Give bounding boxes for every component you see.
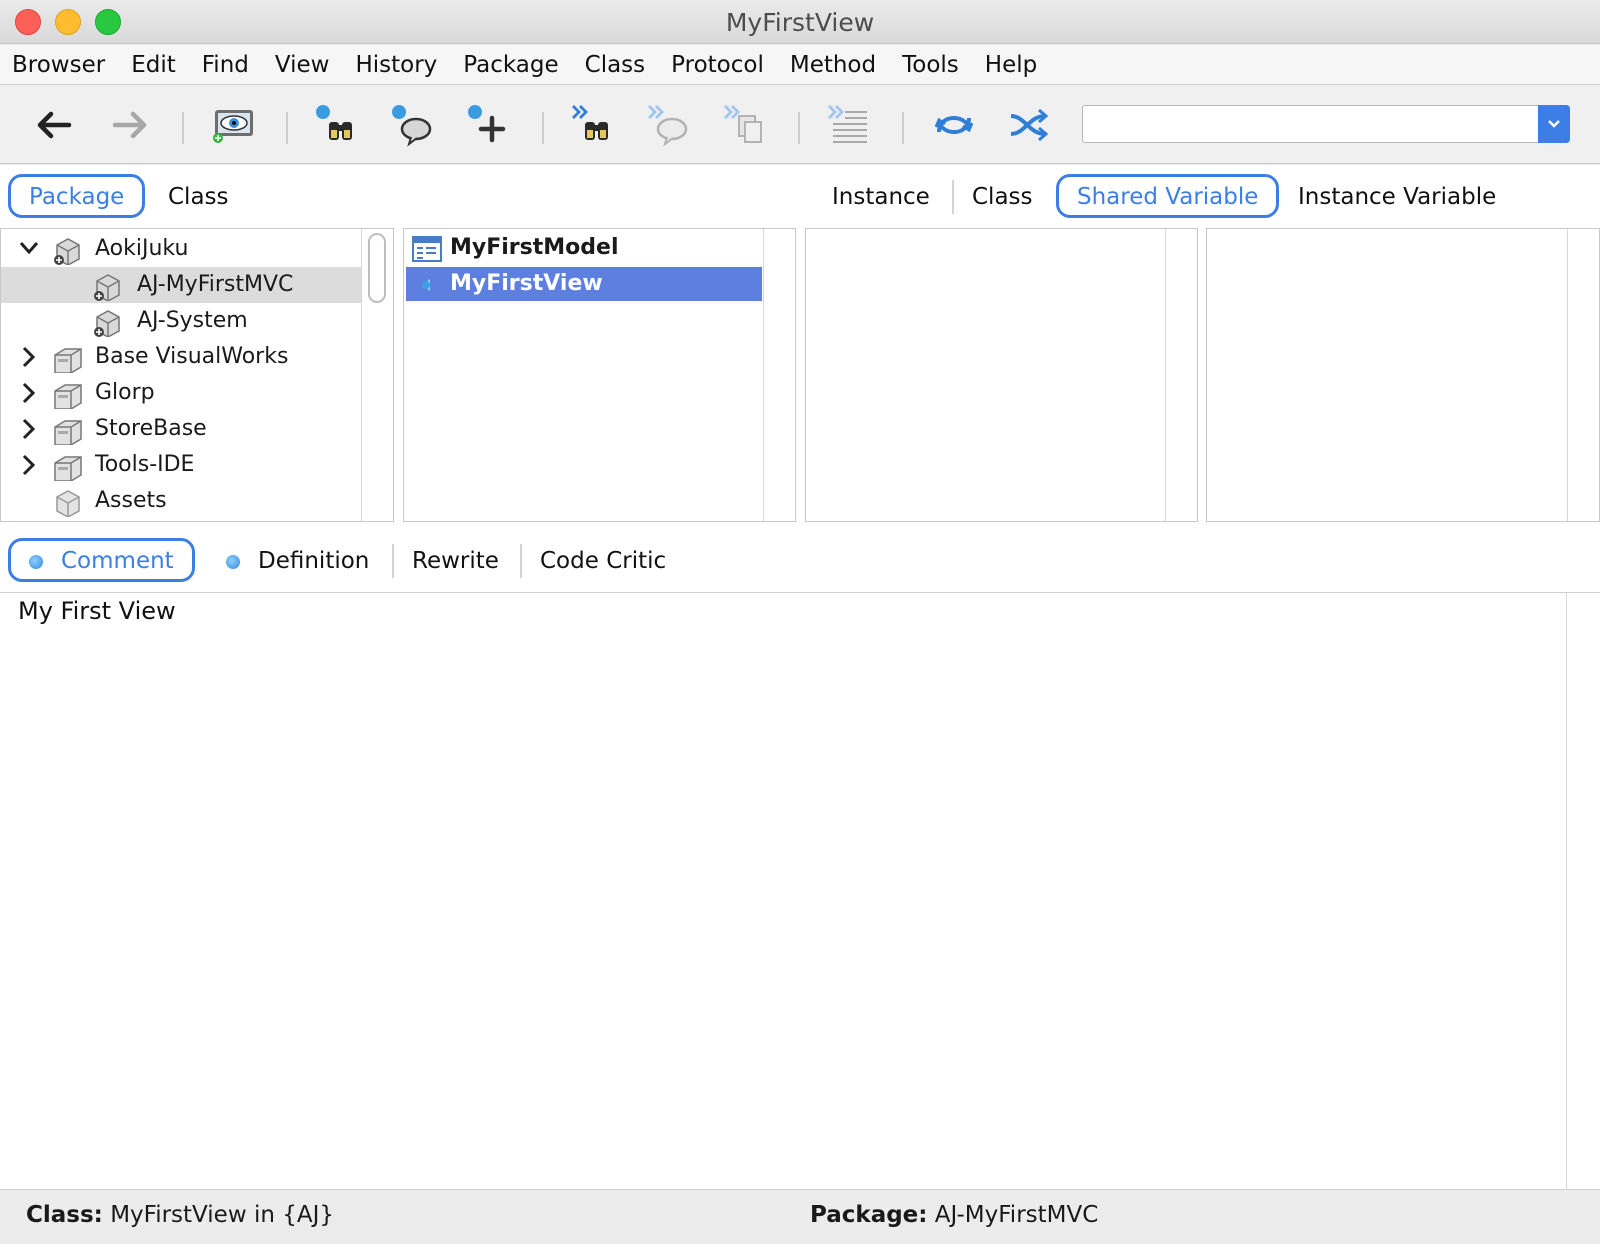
bundle-icon (54, 456, 82, 481)
find-next-method-icon[interactable] (644, 102, 692, 148)
copy-icon[interactable] (720, 102, 768, 148)
add-icon[interactable] (464, 102, 512, 148)
menu-help[interactable]: Help (985, 52, 1037, 78)
bundle-icon (54, 384, 82, 409)
toolbar (0, 86, 1600, 164)
sync-icon[interactable] (930, 102, 978, 148)
browser-window: MyFirstView Browser Edit Find View Histo… (0, 0, 1600, 1244)
chevron-right-icon[interactable] (17, 447, 41, 483)
package-tree-pane: AokiJuku AJ-MyFirstMVC AJ-System Base Vi… (0, 228, 394, 522)
editor-scrollbar[interactable] (1566, 593, 1600, 1189)
class-list-scrollbar[interactable] (763, 229, 795, 521)
code-editor[interactable]: My First View (0, 592, 1600, 1190)
menu-view[interactable]: View (275, 52, 330, 78)
title-bar: MyFirstView (0, 0, 1600, 44)
tab-code-critic[interactable]: Code Critic (522, 541, 684, 585)
tab-definition[interactable]: Definition (208, 541, 387, 585)
tab-instance[interactable]: Instance (814, 177, 948, 221)
package-icon (94, 310, 120, 337)
tree-label: AJ-System (137, 308, 248, 333)
status-bar: Class: MyFirstView in {AJ} Package: AJ-M… (0, 1190, 1600, 1244)
find-class-icon[interactable] (312, 102, 360, 148)
method-list-pane[interactable] (1206, 228, 1600, 522)
tree-label: AJ-MyFirstMVC (137, 272, 294, 297)
scope-tab-row: Package Class Instance Class Shared Vari… (0, 165, 1600, 228)
menu-package[interactable]: Package (463, 52, 558, 78)
chevron-down-icon[interactable] (17, 231, 41, 267)
find-method-icon[interactable] (388, 102, 436, 148)
chevron-down-icon[interactable] (1538, 105, 1570, 143)
chevron-right-icon[interactable] (17, 339, 41, 375)
back-arrow-icon[interactable] (30, 102, 78, 148)
package-icon (54, 238, 80, 265)
menu-method[interactable]: Method (790, 52, 876, 78)
tree-item-aokijuku[interactable]: AokiJuku (1, 231, 361, 267)
shuffle-icon[interactable] (1004, 102, 1052, 148)
package-tree-scrollbar[interactable] (361, 229, 393, 521)
tree-label: StoreBase (95, 416, 207, 441)
chevron-right-icon[interactable] (17, 411, 41, 447)
tree-label: Glorp (95, 380, 155, 405)
bundle-icon (54, 420, 82, 445)
tree-item-aj-system[interactable]: AJ-System (1, 303, 361, 339)
menu-browser[interactable]: Browser (12, 52, 105, 78)
menu-class[interactable]: Class (585, 52, 646, 78)
editor-tab-row: Comment Definition Rewrite Code Critic (0, 526, 1600, 592)
menu-bar: Browser Edit Find View History Package C… (0, 45, 1600, 85)
definition-dot-icon (226, 554, 240, 569)
package-icon (56, 490, 80, 517)
menu-protocol[interactable]: Protocol (671, 52, 764, 78)
tab-comment[interactable]: Comment (8, 538, 195, 582)
menu-history[interactable]: History (355, 52, 437, 78)
menu-edit[interactable]: Edit (131, 52, 176, 78)
tree-item-aj-myfirstmvc[interactable]: AJ-MyFirstMVC (1, 267, 361, 303)
lines-icon[interactable] (824, 102, 872, 148)
menu-tools[interactable]: Tools (902, 52, 959, 78)
tab-rewrite[interactable]: Rewrite (394, 541, 517, 585)
chevron-right-icon[interactable] (17, 375, 41, 411)
tab-instance-variable[interactable]: Instance Variable (1280, 177, 1514, 221)
tree-item-storebase[interactable]: StoreBase (1, 411, 361, 447)
class-icon (422, 279, 430, 291)
tab-package[interactable]: Package (8, 174, 146, 218)
tree-label: Base VisualWorks (95, 344, 289, 369)
tab-shared-variable[interactable]: Shared Variable (1056, 174, 1280, 218)
window-title: MyFirstView (725, 8, 875, 37)
tab-class[interactable]: Class (150, 177, 247, 221)
search-combo[interactable] (1082, 105, 1570, 143)
comment-dot-icon (29, 554, 43, 569)
tab-class-side[interactable]: Class (954, 177, 1051, 221)
protocol-list-pane[interactable] (805, 228, 1198, 522)
tree-label: Assets (95, 488, 167, 513)
bundle-icon (54, 348, 82, 373)
class-list-pane: MyFirstModel MyFirstView (403, 228, 796, 522)
menu-find[interactable]: Find (202, 52, 249, 78)
tree-label: AokiJuku (95, 236, 189, 261)
class-label: MyFirstView (450, 271, 603, 296)
tree-item-glorp[interactable]: Glorp (1, 375, 361, 411)
class-icon (412, 236, 442, 262)
method-list-scrollbar[interactable] (1567, 229, 1599, 521)
class-label: MyFirstModel (450, 235, 619, 260)
tree-label: Tools-IDE (95, 452, 195, 477)
status-package: Package: AJ-MyFirstMVC (810, 1202, 1099, 1228)
tree-item-assets[interactable]: Assets (1, 483, 361, 519)
tree-item-tools-ide[interactable]: Tools-IDE (1, 447, 361, 483)
package-icon (94, 274, 120, 301)
class-item-myfirstview[interactable]: MyFirstView (406, 267, 762, 301)
status-class: Class: MyFirstView in {AJ} (26, 1202, 334, 1228)
editor-text[interactable]: My First View (18, 597, 176, 625)
find-next-icon[interactable] (568, 102, 616, 148)
class-item-myfirstmodel[interactable]: MyFirstModel (406, 231, 762, 265)
tree-item-base-visualworks[interactable]: Base VisualWorks (1, 339, 361, 375)
protocol-list-scrollbar[interactable] (1165, 229, 1197, 521)
forward-arrow-icon[interactable] (106, 102, 154, 148)
visibility-icon[interactable] (210, 102, 258, 148)
